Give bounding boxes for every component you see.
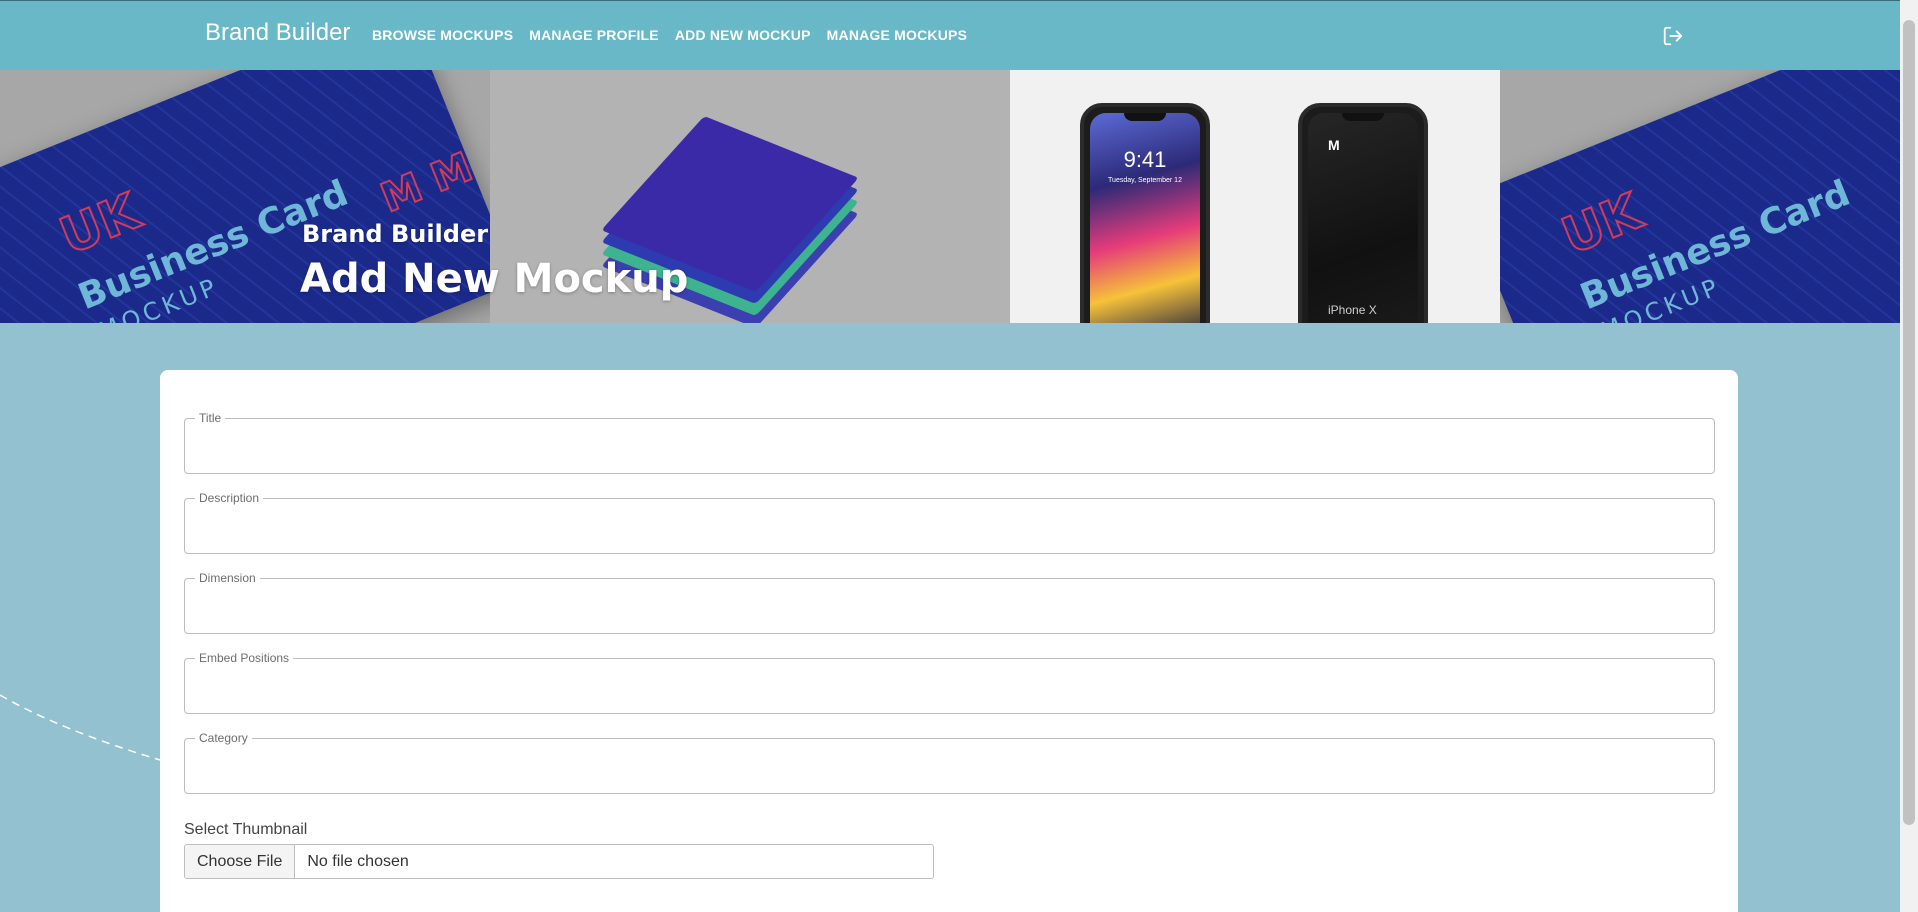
phone-mockup-dark: M iPhone X	[1298, 103, 1428, 323]
phone-date: Tuesday, September 12	[1108, 177, 1182, 184]
description-field[interactable]: Description	[184, 491, 1715, 554]
hero-image-phones: 9:41 Tuesday, September 12 M iPhone X	[1010, 70, 1500, 323]
phone-time: 9:41	[1123, 147, 1167, 172]
decorative-curve	[0, 694, 161, 761]
nav-links: BROWSE MOCKUPS MANAGE PROFILE ADD NEW MO…	[372, 27, 983, 43]
nav-browse-mockups[interactable]: BROWSE MOCKUPS	[372, 27, 513, 43]
thumbnail-label: Select Thumbnail	[184, 821, 308, 838]
nav-add-new-mockup[interactable]: ADD NEW MOCKUP	[675, 27, 811, 43]
description-field-label: Description	[195, 491, 264, 505]
dimension-field-label: Dimension	[195, 571, 260, 585]
phone-mockup-colorful: 9:41 Tuesday, September 12	[1080, 103, 1210, 323]
hero-banner: UK Business Card MOCKUP M M 9:41 Tuesday…	[0, 70, 1900, 323]
dimension-input[interactable]	[197, 593, 1702, 621]
embed-positions-field-label: Embed Positions	[195, 651, 294, 665]
embed-positions-field[interactable]: Embed Positions	[184, 651, 1715, 714]
category-field-label: Category	[195, 731, 252, 745]
choose-file-button[interactable]: Choose File	[185, 845, 296, 878]
description-input[interactable]	[197, 513, 1702, 541]
hero-image-business-card-right: UK Business Card MOCKUP	[1500, 70, 1900, 323]
title-field-label: Title	[195, 411, 226, 425]
brand-logo-link[interactable]: Brand Builder	[205, 19, 350, 47]
logout-button[interactable]	[1660, 23, 1686, 49]
nav-manage-profile[interactable]: MANAGE PROFILE	[529, 27, 659, 43]
nav-manage-mockups[interactable]: MANAGE MOCKUPS	[827, 27, 967, 43]
file-status-text: No file chosen	[307, 852, 409, 870]
top-navbar: Brand Builder BROWSE MOCKUPS MANAGE PROF…	[0, 0, 1900, 70]
category-input[interactable]	[197, 753, 1702, 781]
hero-subtitle: Brand Builder	[302, 220, 489, 248]
phone-model: iPhone X	[1328, 303, 1377, 317]
page-title: Add New Mockup	[300, 256, 689, 302]
phone-logo: M	[1328, 137, 1340, 153]
add-mockup-form: Title Description Dimension Embed Positi…	[160, 370, 1738, 912]
title-field[interactable]: Title	[184, 411, 1715, 474]
logout-icon	[1663, 26, 1683, 46]
category-field[interactable]: Category	[184, 731, 1715, 794]
title-input[interactable]	[197, 433, 1702, 461]
scrollbar-thumb[interactable]	[1903, 20, 1915, 825]
dimension-field[interactable]: Dimension	[184, 571, 1715, 634]
thumbnail-file-input[interactable]: Choose File No file chosen	[184, 844, 934, 879]
page-scrollbar[interactable]	[1900, 0, 1918, 912]
embed-positions-input[interactable]	[197, 673, 1702, 701]
